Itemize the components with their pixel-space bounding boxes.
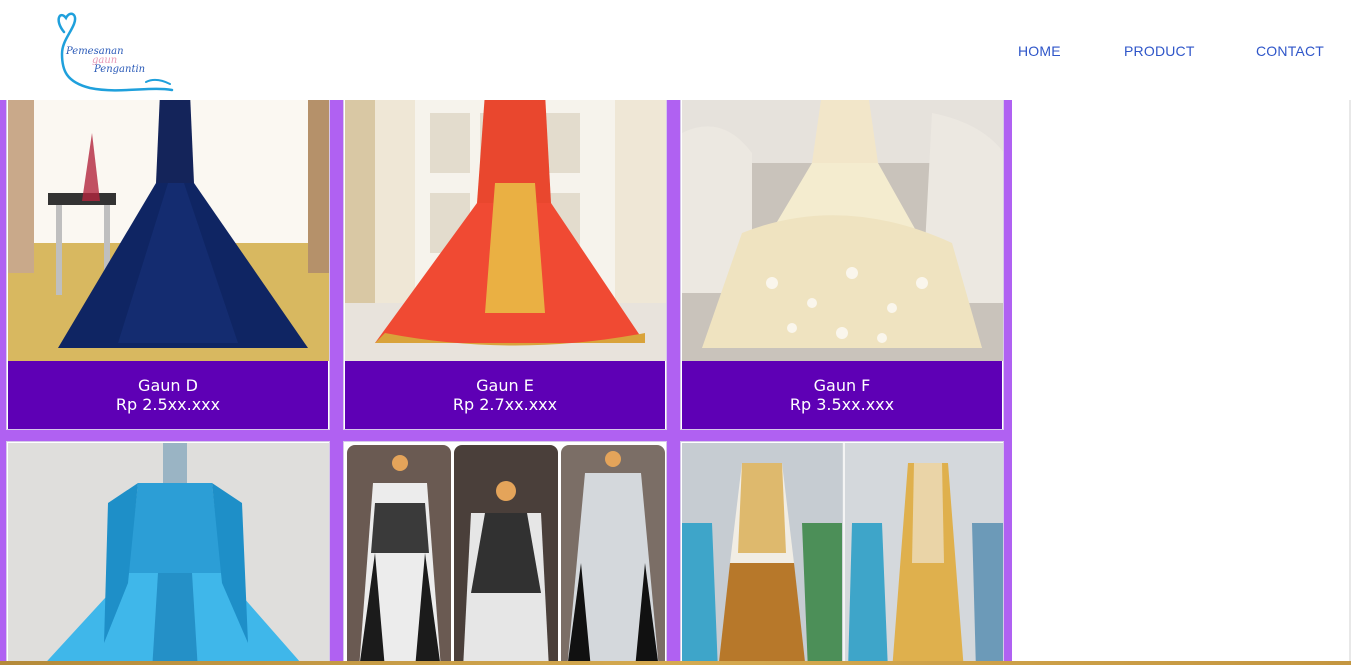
- nav-home-link[interactable]: HOME: [1018, 43, 1061, 59]
- product-caption: Gaun D Rp 2.5xx.xxx: [8, 361, 328, 429]
- product-image-blue-kebaya[interactable]: [8, 443, 330, 665]
- nav-product-link[interactable]: PRODUCT: [1124, 43, 1195, 59]
- bottom-strip: [0, 661, 1351, 665]
- product-card-gaun-d[interactable]: Gaun D Rp 2.5xx.xxx: [6, 92, 330, 430]
- product-card-gold[interactable]: [680, 441, 1004, 665]
- product-price: Rp 2.7xx.xxx: [452, 395, 558, 414]
- product-image-gaun-d[interactable]: [8, 93, 330, 361]
- product-name: Gaun E: [476, 376, 534, 395]
- nav-contact-link[interactable]: CONTACT: [1256, 43, 1324, 59]
- product-card-gaun-f[interactable]: Gaun F Rp 3.5xx.xxx: [680, 92, 1004, 430]
- top-navbar: Pemesanan gaun Pengantin HOME PRODUCT CO…: [0, 0, 1351, 100]
- product-name: Gaun F: [813, 376, 871, 395]
- product-card-blue-kebaya[interactable]: [6, 441, 330, 665]
- logo-line-3: Pengantin: [94, 64, 146, 75]
- product-image-gaun-f[interactable]: [682, 93, 1004, 361]
- site-logo[interactable]: Pemesanan gaun Pengantin: [50, 10, 180, 96]
- product-name: Gaun D: [138, 376, 198, 395]
- product-card-black-white[interactable]: [343, 441, 667, 665]
- product-card-gaun-e[interactable]: Gaun E Rp 2.7xx.xxx: [343, 92, 667, 430]
- product-caption: Gaun E Rp 2.7xx.xxx: [345, 361, 665, 429]
- product-image-gaun-e[interactable]: [345, 93, 667, 361]
- product-price: Rp 3.5xx.xxx: [789, 395, 895, 414]
- product-image-gold[interactable]: [682, 443, 1004, 665]
- product-image-black-white[interactable]: [345, 443, 667, 665]
- product-caption: Gaun F Rp 3.5xx.xxx: [682, 361, 1002, 429]
- product-price: Rp 2.5xx.xxx: [115, 395, 221, 414]
